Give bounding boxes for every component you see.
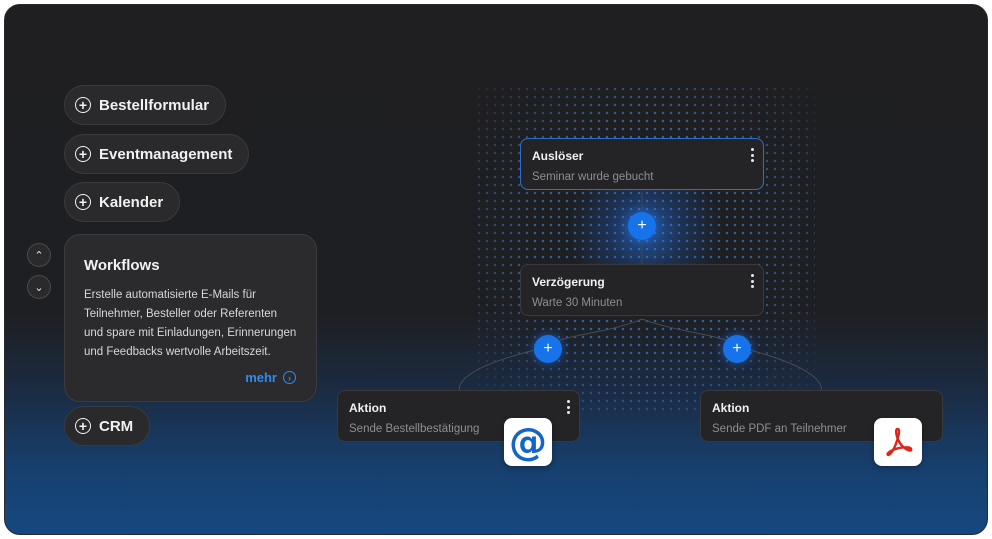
add-step-button-left[interactable]: + [534,335,562,363]
more-link[interactable]: mehr › [245,370,296,385]
feature-label: Kalender [99,193,164,211]
acrobat-pdf-icon [886,427,913,457]
pdf-app-badge [874,418,922,466]
chevron-right-circle-icon: › [283,371,296,384]
node-title: Aktion [712,401,750,415]
plus-circle-icon: + [75,146,91,162]
more-options-icon[interactable] [750,148,754,162]
feature-pill-eventmanagement[interactable]: + Eventmanagement [64,134,250,174]
plus-icon: + [732,340,742,357]
node-subtitle: Warte 30 Minuten [532,297,623,309]
plus-circle-icon: + [75,97,91,113]
trigger-node[interactable]: Auslöser Seminar wurde gebucht [520,138,764,190]
feature-pill-bestellformular[interactable]: + Bestellformular [64,85,227,125]
plus-circle-icon: + [75,194,91,210]
chevron-down-icon: ⌄ [34,281,44,294]
more-link-label: mehr [245,370,277,385]
node-title: Verzögerung [532,275,605,289]
delay-node[interactable]: Verzögerung Warte 30 Minuten [520,264,764,316]
feature-pill-kalender[interactable]: + Kalender [64,182,181,222]
scroll-down-button[interactable]: ⌄ [27,275,51,299]
node-title: Aktion [349,401,387,415]
feature-pill-crm[interactable]: + CRM [64,406,151,446]
workflows-card-title: Workflows [84,257,160,274]
node-title: Auslöser [532,149,584,163]
add-step-button[interactable]: + [628,212,656,240]
plus-icon: + [543,340,553,357]
email-app-badge: @ [504,418,552,466]
at-sign-icon: @ [509,420,547,464]
workflows-card-description: Erstelle automatisierte E-Mails für Teil… [84,289,297,358]
workflows-card: Workflows Erstelle automatisierte E-Mail… [64,234,317,402]
chevron-up-icon: ⌃ [34,249,44,262]
add-step-button-right[interactable]: + [723,335,751,363]
more-options-icon[interactable] [566,400,570,414]
plus-icon: + [637,217,647,234]
scroll-up-button[interactable]: ⌃ [27,243,51,267]
workflow-showcase: + Bestellformular + Eventmanagement + Ka… [4,4,988,535]
plus-circle-icon: + [75,418,91,434]
feature-label: Bestellformular [99,96,210,114]
feature-label: CRM [99,417,134,435]
feature-label: Eventmanagement [99,145,233,163]
node-subtitle: Seminar wurde gebucht [532,171,654,183]
more-options-icon[interactable] [750,274,754,288]
